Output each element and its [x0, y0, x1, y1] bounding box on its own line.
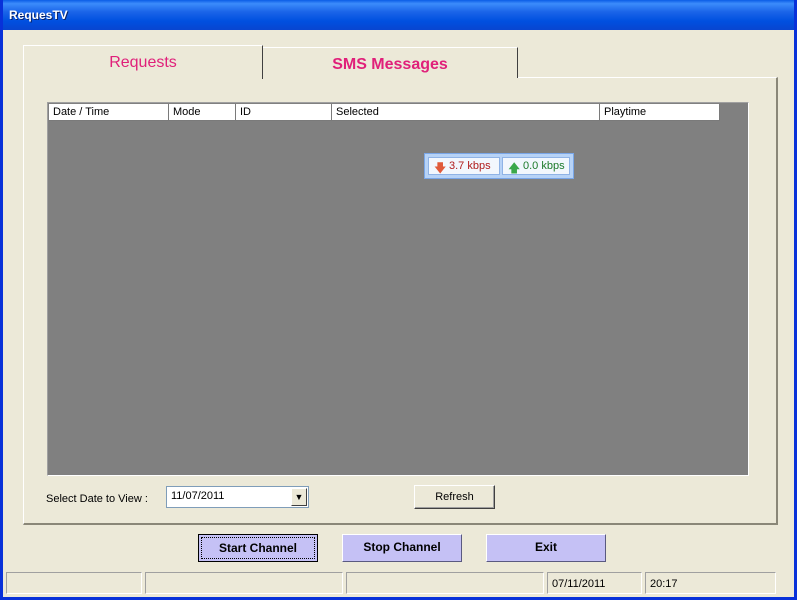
chevron-down-icon[interactable]: ▼ — [291, 488, 307, 506]
column-header-date-time[interactable]: Date / Time — [49, 104, 169, 121]
date-filter-label: Select Date to View : — [46, 493, 148, 505]
upload-rate-value: 0.0 kbps — [523, 160, 565, 172]
tab-sms-messages[interactable]: SMS Messages — [263, 47, 518, 78]
stop-channel-button[interactable]: Stop Channel — [342, 534, 462, 562]
exit-button[interactable]: Exit — [486, 534, 606, 562]
column-header-id[interactable]: ID — [236, 104, 332, 121]
download-rate-value: 3.7 kbps — [449, 160, 491, 172]
tab-requests[interactable]: Requests — [23, 45, 263, 79]
column-header-selected[interactable]: Selected — [332, 104, 600, 121]
date-select-value: 11/07/2011 — [171, 490, 225, 502]
requests-list[interactable]: Date / Time Mode ID Selected Playtime — [47, 102, 749, 476]
arrow-up-icon: 🡅 — [508, 161, 521, 175]
list-header: Date / Time Mode ID Selected Playtime — [49, 104, 720, 121]
status-time: 20:17 — [645, 572, 776, 594]
column-header-playtime[interactable]: Playtime — [600, 104, 720, 121]
network-meter: 🡇 3.7 kbps 🡅 0.0 kbps — [424, 153, 574, 179]
upload-rate: 🡅 0.0 kbps — [502, 157, 570, 175]
status-panel-3 — [346, 572, 544, 594]
column-header-mode[interactable]: Mode — [169, 104, 236, 121]
status-panel-1 — [6, 572, 142, 594]
status-panel-2 — [145, 572, 343, 594]
title-bar[interactable]: RequesTV — [3, 0, 794, 30]
status-date: 07/11/2011 — [547, 572, 642, 594]
download-rate: 🡇 3.7 kbps — [428, 157, 500, 175]
refresh-button[interactable]: Refresh — [414, 485, 495, 509]
start-channel-label: Start Channel — [201, 537, 315, 559]
arrow-down-icon: 🡇 — [434, 161, 447, 175]
status-bar: 07/11/2011 20:17 — [6, 571, 794, 595]
date-select[interactable]: 11/07/2011 ▼ — [166, 486, 309, 508]
app-window: RequesTV Requests SMS Messages Date / Ti… — [0, 0, 797, 600]
window-title: RequesTV — [9, 8, 68, 22]
start-channel-button[interactable]: Start Channel — [198, 534, 318, 562]
